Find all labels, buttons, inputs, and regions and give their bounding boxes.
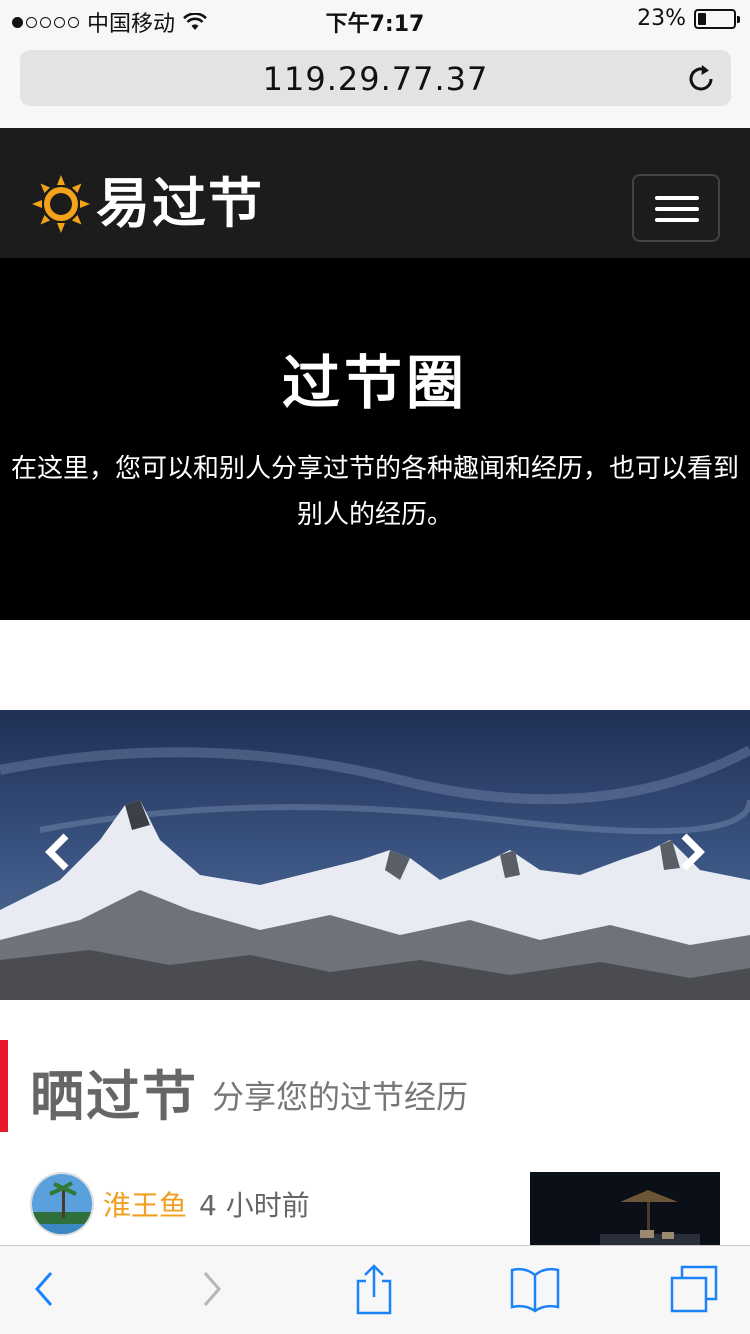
chevron-right-icon[interactable] xyxy=(672,828,712,876)
post-thumbnail[interactable] xyxy=(530,1172,720,1250)
status-bar: 中国移动 下午7:17 23% xyxy=(0,0,750,40)
post-time: 4 小时前 xyxy=(199,1189,310,1222)
sun-icon xyxy=(32,175,90,233)
hero-title: 过节圈 xyxy=(281,349,468,417)
chevron-left-icon[interactable] xyxy=(38,828,78,876)
logo-text: 易过节 xyxy=(96,172,264,235)
menu-toggle-button[interactable] xyxy=(632,174,720,242)
hamburger-icon xyxy=(655,196,699,200)
tabs-icon[interactable] xyxy=(666,1264,722,1314)
battery-percent: 23% xyxy=(637,6,686,31)
site-header: 易过节 xyxy=(0,128,750,258)
battery-icon xyxy=(694,8,740,29)
section-accent-bar xyxy=(0,1040,8,1132)
image-carousel[interactable] xyxy=(0,710,750,1000)
ios-top-area: 中国移动 下午7:17 23% 119.29.77.37 xyxy=(0,0,750,128)
post-author[interactable]: 淮王鱼 xyxy=(103,1184,187,1224)
hero-banner: 过节圈 在这里，您可以和别人分享过节的各种趣闻和经历，也可以看到别人的经历。 xyxy=(0,258,750,620)
hero-description: 在这里，您可以和别人分享过节的各种趣闻和经历，也可以看到别人的经历。 xyxy=(10,454,739,530)
share-icon[interactable] xyxy=(346,1264,402,1315)
section-subtitle: 分享您的过节经历 xyxy=(212,1078,469,1116)
forward-icon[interactable] xyxy=(184,1264,240,1314)
address-bar[interactable]: 119.29.77.37 xyxy=(20,50,731,106)
battery-level-fill xyxy=(698,12,706,25)
url-text[interactable]: 119.29.77.37 xyxy=(20,60,731,98)
section-title: 晒过节 xyxy=(30,1065,198,1128)
site-logo[interactable]: 易过节 xyxy=(30,173,264,235)
mountain-image xyxy=(0,710,750,1000)
status-right: 23% xyxy=(637,6,740,31)
browser-toolbar xyxy=(0,1245,750,1334)
reload-icon[interactable] xyxy=(687,62,717,94)
list-item[interactable]: 淮王鱼 4 小时前 xyxy=(0,1160,750,1250)
avatar[interactable] xyxy=(30,1172,94,1236)
back-icon[interactable] xyxy=(16,1264,72,1314)
section-heading: 晒过节 分享您的过节经历 xyxy=(0,1040,750,1132)
bookmarks-icon[interactable] xyxy=(507,1264,563,1314)
